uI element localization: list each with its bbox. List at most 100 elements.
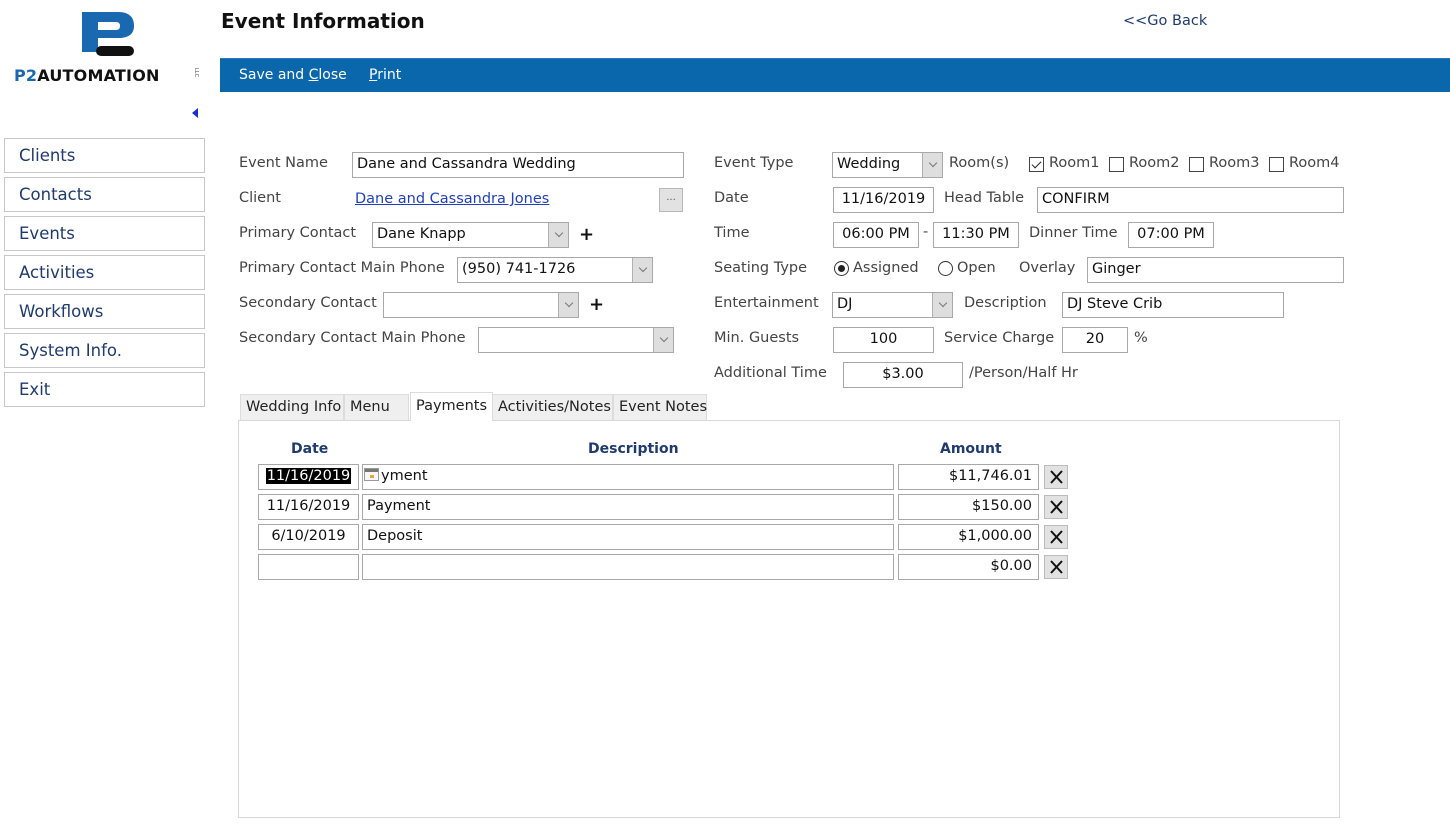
payment-description-value: yment [381,468,428,484]
print-button[interactable]: Print [369,67,401,83]
logo-wordmark: P2AUTOMATION [14,66,160,85]
payment-amount-input[interactable]: $0.00 [898,554,1039,580]
entertainment-value: DJ [837,296,853,312]
chevron-down-icon[interactable] [548,223,568,247]
date-input[interactable]: 11/16/2019 [833,187,934,213]
sidebar-item-clients[interactable]: Clients [4,138,205,173]
payment-date-input[interactable] [258,554,359,580]
payment-description-input[interactable]: yment [362,464,894,490]
client-link[interactable]: Dane and Cassandra Jones [355,191,549,207]
tab-payments[interactable]: Payments [410,392,493,421]
close-icon [1050,530,1063,544]
description-input[interactable]: DJ Steve Crib [1062,292,1284,318]
sidebar-item-events[interactable]: Events [4,216,205,251]
payment-date-input[interactable]: 11/16/2019 [258,464,359,490]
room2-checkbox[interactable] [1109,157,1124,172]
tab-activities-notes[interactable]: Activities/Notes [492,394,613,420]
event-name-input[interactable]: Dane and Cassandra Wedding [352,152,684,178]
delete-payment-button[interactable] [1044,555,1068,579]
column-header-date: Date [291,441,329,457]
add-secondary-contact-button[interactable]: + [589,296,604,314]
toolbar: Save and Close Print [220,58,1450,92]
client-browse-button[interactable]: ... [659,188,683,212]
rooms-label: Room(s) [949,155,1010,171]
go-back-link[interactable]: <<Go Back [1123,13,1207,29]
event-type-select[interactable]: Wedding [832,152,943,178]
secondary-phone-label: Secondary Contact Main Phone [239,330,466,346]
sidebar-item-system-info[interactable]: System Info. [4,333,205,368]
secondary-phone-select[interactable] [478,327,674,353]
column-header-amount: Amount [940,441,1002,457]
time-separator: - [923,224,929,240]
payment-amount-input[interactable]: $11,746.01 [898,464,1039,490]
payment-amount-input[interactable]: $1,000.00 [898,524,1039,550]
payment-date-input[interactable]: 11/16/2019 [258,494,359,520]
room1-label: Room1 [1049,155,1100,171]
sidebar-item-contacts[interactable]: Contacts [4,177,205,212]
secondary-contact-select[interactable] [383,292,579,318]
payment-description-input[interactable]: Payment [362,494,894,520]
chevron-down-icon[interactable] [632,258,652,282]
chevron-down-icon[interactable] [558,293,578,317]
overlay-input[interactable]: Ginger [1087,257,1344,283]
primary-phone-select[interactable]: (950) 741-1726 [457,257,653,283]
additional-time-label: Additional Time [714,365,827,381]
primary-contact-label: Primary Contact [239,225,357,241]
payment-date-input[interactable]: 6/10/2019 [258,524,359,550]
delete-payment-button[interactable] [1044,525,1068,549]
service-charge-input[interactable]: 20 [1062,327,1128,353]
min-guests-label: Min. Guests [714,330,800,346]
selected-date-text: 11/16/2019 [265,468,352,484]
seating-open-radio[interactable] [938,261,953,276]
end-time-input[interactable]: 11:30 PM [933,222,1019,248]
room1-checkbox[interactable] [1029,157,1044,172]
delete-payment-button[interactable] [1044,495,1068,519]
dinner-time-label: Dinner Time [1029,225,1118,241]
entertainment-select[interactable]: DJ [832,292,953,318]
column-header-description: Description [588,441,679,457]
save-and-close-button[interactable]: Save and Close [239,67,347,83]
page-title: Event Information [221,9,425,33]
additional-time-input[interactable]: $3.00 [843,362,963,388]
sidebar-item-activities[interactable]: Activities [4,255,205,290]
chevron-down-icon[interactable] [922,153,942,177]
room4-checkbox[interactable] [1269,157,1284,172]
chevron-down-icon[interactable] [932,293,952,317]
company-logo: P2AUTOMATION LLC [12,8,202,88]
room3-label: Room3 [1209,155,1260,171]
primary-contact-select[interactable]: Dane Knapp [372,222,569,248]
logo-p-mark-icon [82,12,134,56]
seating-assigned-radio[interactable] [834,261,849,276]
chevron-down-icon[interactable] [653,328,673,352]
close-icon [1050,470,1063,484]
tab-menu[interactable]: Menu [344,394,409,420]
primary-contact-value: Dane Knapp [377,226,466,242]
payment-description-input[interactable]: Deposit [362,524,894,550]
primary-phone-value: (950) 741-1726 [462,261,576,277]
service-charge-label: Service Charge [944,330,1055,346]
close-icon [1050,500,1063,514]
room2-label: Room2 [1129,155,1180,171]
tab-wedding-info[interactable]: Wedding Info [240,394,344,420]
room3-checkbox[interactable] [1189,157,1204,172]
calendar-icon[interactable] [364,468,379,481]
add-primary-contact-button[interactable]: + [579,226,594,244]
sidebar-item-exit[interactable]: Exit [4,372,205,407]
payment-amount-input[interactable]: $150.00 [898,494,1039,520]
client-label: Client [239,190,281,206]
head-table-input[interactable]: CONFIRM [1037,187,1344,213]
min-guests-input[interactable]: 100 [833,327,934,353]
tab-event-notes[interactable]: Event Notes [613,394,707,420]
dinner-time-input[interactable]: 07:00 PM [1128,222,1214,248]
event-type-label: Event Type [714,155,794,171]
overlay-label: Overlay [1019,260,1076,276]
time-label: Time [714,225,750,241]
delete-payment-button[interactable] [1044,465,1068,489]
seating-type-label: Seating Type [714,260,808,276]
event-type-value: Wedding [837,156,901,172]
sidebar-item-workflows[interactable]: Workflows [4,294,205,329]
payment-description-input[interactable] [362,554,894,580]
start-time-input[interactable]: 06:00 PM [833,222,919,248]
close-icon [1050,560,1063,574]
collapse-sidebar-icon[interactable] [192,108,198,118]
